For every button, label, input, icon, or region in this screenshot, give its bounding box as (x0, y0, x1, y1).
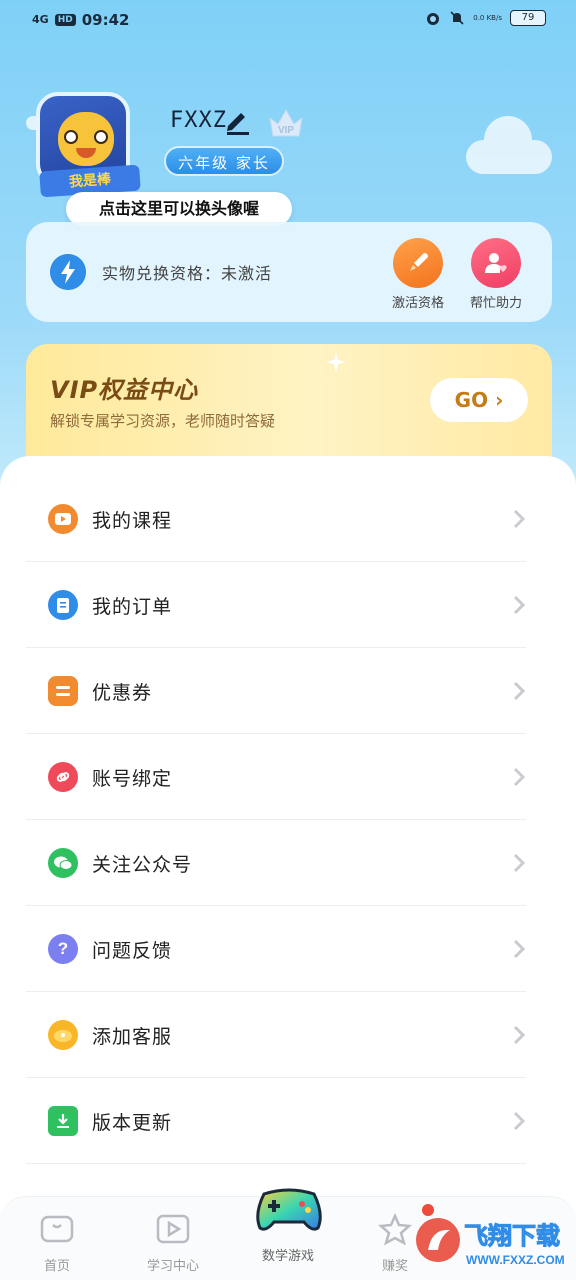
nav-label: 数学游戏 (261, 1249, 314, 1264)
menu-label: 我的课程 (92, 510, 173, 532)
edit-icon[interactable] (222, 106, 252, 136)
avatar-mouth (76, 148, 96, 158)
vip-banner[interactable]: VIP权益中心 解锁专属学习资源，老师随时答疑 GO › (26, 344, 552, 474)
menu-label: 我的订单 (92, 596, 173, 618)
vip-go-button[interactable]: GO › (430, 378, 528, 422)
nav-label: 学习中心 (146, 1259, 199, 1274)
status-left: 4G HD 09:42 (32, 11, 129, 29)
chevron-right-icon (513, 767, 526, 787)
clipboard-icon (48, 590, 78, 620)
chevron-right-icon (513, 853, 526, 873)
download-icon (48, 1106, 78, 1136)
menu-label: 添加客服 (92, 1026, 173, 1048)
menu-list: 我的课程 我的订单 优惠券 账号绑定 关注公众号 ? 问题反馈 添加客服 版本更… (0, 456, 576, 1280)
clock: 09:42 (81, 11, 130, 29)
grade-badge: 六年级 家长 (164, 146, 284, 176)
play-icon (156, 1214, 190, 1244)
menu-item-version-update[interactable]: 版本更新 (26, 1078, 526, 1164)
question-icon: ? (48, 934, 78, 964)
chevron-right-icon (513, 595, 526, 615)
vip-title: VIP权益中心 (50, 376, 199, 404)
chevron-right-icon (513, 939, 526, 959)
vip-subtitle: 解锁专属学习资源，老师随时答疑 (50, 412, 276, 430)
menu-label: 问题反馈 (92, 940, 173, 962)
coupon-icon (48, 676, 78, 706)
watermark-text: 飞翔下载 (464, 1222, 560, 1250)
help-boost-button[interactable]: 帮忙助力 (460, 238, 532, 311)
avatar-eye (64, 130, 78, 144)
link-icon (48, 762, 78, 792)
chevron-right-icon (513, 681, 526, 701)
activate-label: 激活资格 (391, 296, 444, 311)
nav-home[interactable]: 首页 (12, 1213, 102, 1274)
menu-item-account-binding[interactable]: 账号绑定 (26, 734, 526, 820)
menu-item-feedback[interactable]: ? 问题反馈 (26, 906, 526, 992)
alarm-icon (427, 13, 440, 25)
status-bar: 4G HD 09:42 0.0 KB/s 79 (0, 0, 576, 44)
nav-math-games[interactable]: 数学游戏 (243, 1239, 333, 1264)
chevron-right-icon: › (495, 388, 504, 412)
vip-tag: VIP (278, 125, 294, 136)
exchange-card: 实物兑换资格：未激活 激活资格 帮忙助力 (26, 222, 552, 322)
vip-crown-icon: VIP (269, 108, 303, 137)
help-boost-label: 帮忙助力 (469, 296, 522, 311)
hd-badge: HD (54, 14, 76, 26)
avatar-eye (94, 130, 108, 144)
customer-service-icon (48, 1020, 78, 1050)
rocket-icon (393, 238, 443, 288)
battery-indicator: 79 (510, 10, 546, 26)
exchange-status: 实物兑换资格：未激活 (102, 264, 273, 283)
menu-item-my-orders[interactable]: 我的订单 (26, 562, 526, 648)
network-indicator: 4G (32, 13, 49, 26)
user-heart-icon (471, 238, 521, 288)
username: FXXZ (170, 108, 227, 133)
menu-item-customer-service[interactable]: 添加客服 (26, 992, 526, 1078)
watermark-logo: 飞翔下载 WWW.FXXZ.COM (416, 1218, 565, 1267)
video-icon (48, 504, 78, 534)
home-icon (40, 1215, 74, 1243)
wechat-icon (48, 848, 78, 878)
sparkle-icon (326, 352, 346, 372)
bolt-icon (50, 254, 86, 290)
menu-label: 关注公众号 (92, 854, 193, 876)
gamepad-icon[interactable] (254, 1184, 324, 1234)
menu-item-follow-official-account[interactable]: 关注公众号 (26, 820, 526, 906)
menu-label: 账号绑定 (92, 768, 173, 790)
nav-study-center[interactable]: 学习中心 (128, 1213, 218, 1274)
nav-label: 首页 (43, 1259, 70, 1274)
star-icon (378, 1212, 412, 1246)
giraffe-face (58, 112, 114, 166)
chevron-right-icon (513, 509, 526, 529)
status-right: 0.0 KB/s 79 (425, 10, 546, 26)
chevron-right-icon (513, 1111, 526, 1131)
menu-item-my-courses[interactable]: 我的课程 (26, 476, 526, 562)
avatar-tip[interactable]: 点击这里可以换头像喔 (66, 192, 292, 226)
mute-bell-icon (450, 11, 464, 25)
chevron-right-icon (513, 1025, 526, 1045)
activate-button[interactable]: 激活资格 (382, 238, 454, 311)
go-label: GO (454, 388, 489, 412)
watermark-url: WWW.FXXZ.COM (466, 1253, 565, 1267)
menu-item-coupons[interactable]: 优惠券 (26, 648, 526, 734)
menu-label: 版本更新 (92, 1112, 173, 1134)
menu-label: 优惠券 (92, 682, 153, 704)
net-speed: 0.0 KB/s (473, 14, 502, 22)
avatar[interactable]: 我是棒 (36, 92, 141, 198)
cloud-decoration (466, 116, 552, 174)
